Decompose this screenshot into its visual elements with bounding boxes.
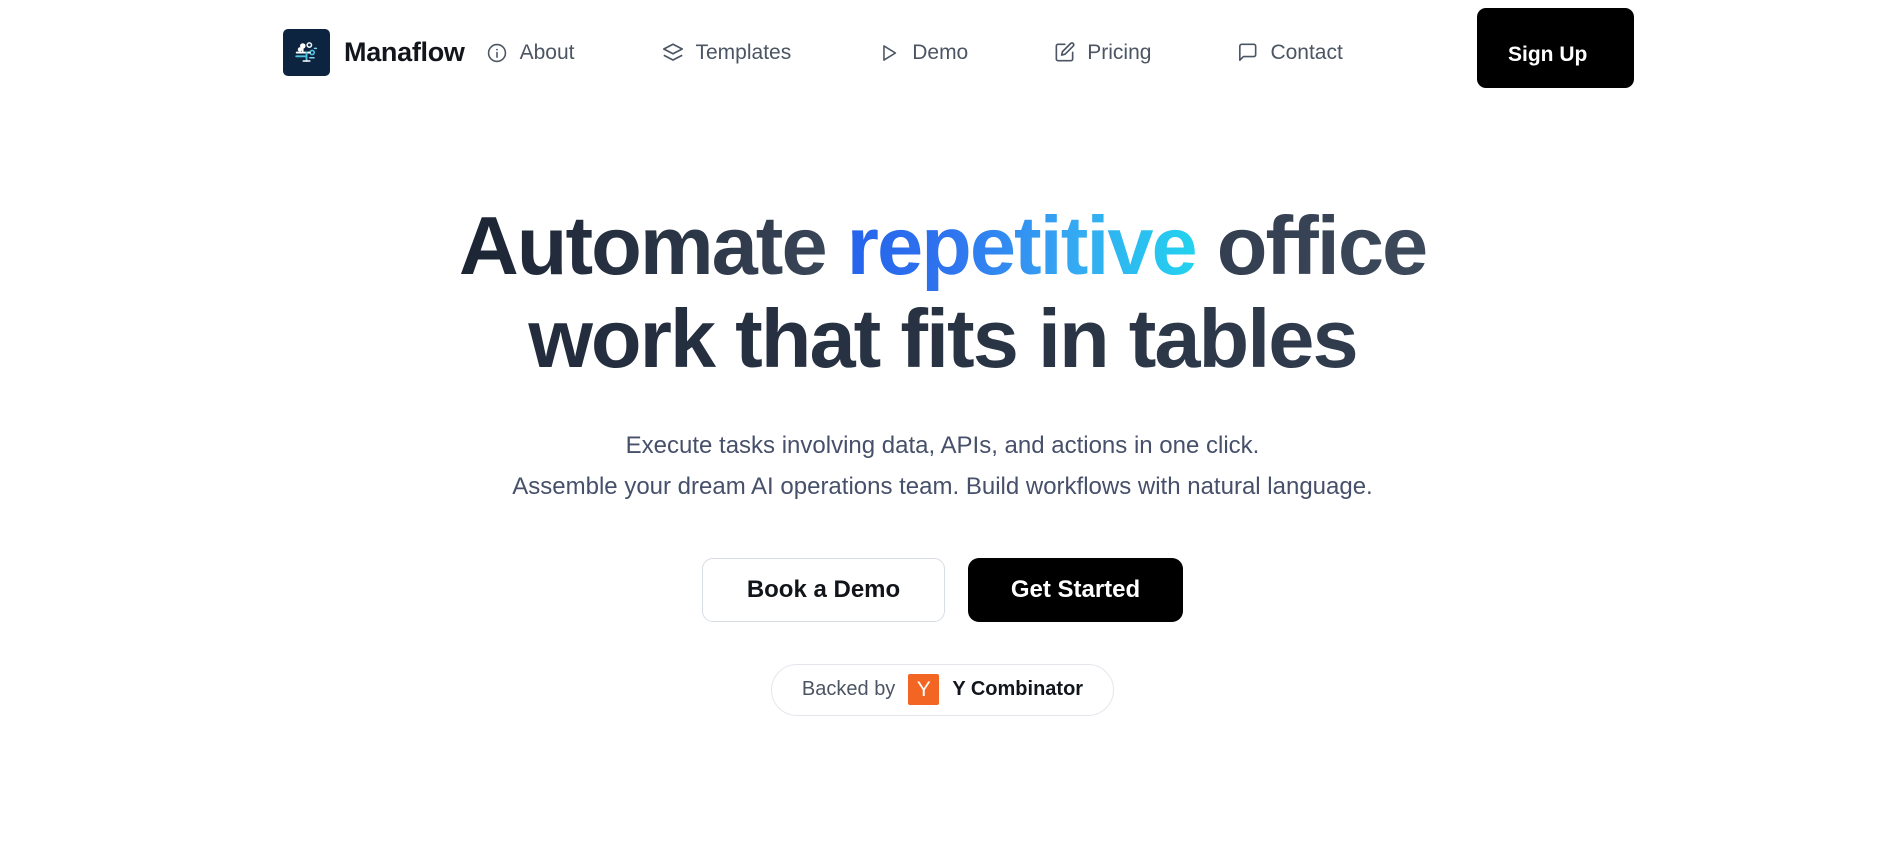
- headline-part-2: office: [1195, 199, 1428, 292]
- brand-name: Manaflow: [344, 37, 465, 67]
- headline-line-1: Automate repetitive office: [0, 204, 1885, 287]
- hero-subtitle: Execute tasks involving data, APIs, and …: [0, 425, 1885, 507]
- headline-part-1: Automate: [458, 199, 847, 292]
- nav-item-pricing-label: Pricing: [1087, 41, 1152, 64]
- y-combinator-name: Y Combinator: [952, 678, 1084, 701]
- nav-item-contact[interactable]: Contact: [1235, 0, 1343, 105]
- info-circle-icon: [485, 41, 509, 65]
- play-triangle-icon: [877, 41, 901, 65]
- nav-item-templates-label: Templates: [695, 41, 792, 64]
- sign-up-button[interactable]: Sign Up: [1477, 8, 1634, 88]
- get-started-button[interactable]: Get Started: [968, 557, 1183, 622]
- nav-item-demo-label: Demo: [912, 41, 969, 64]
- nav-item-contact-label: Contact: [1270, 41, 1343, 64]
- nav-item-about-label: About: [519, 41, 575, 64]
- message-square-icon: [1235, 41, 1259, 65]
- headline-line-2: work that fits in tables: [0, 297, 1885, 380]
- headline-highlight-word: repetitive: [846, 199, 1198, 292]
- nav-item-templates[interactable]: Templates: [661, 0, 792, 105]
- page-title: Automate repetitive office work that fit…: [0, 204, 1885, 380]
- hero-subtitle-line-1: Execute tasks involving data, APIs, and …: [625, 431, 1260, 459]
- cta-button-row: Book a Demo Get Started: [0, 557, 1885, 622]
- nav-item-pricing[interactable]: Pricing: [1052, 0, 1151, 105]
- circuit-node-logo-icon: [283, 29, 330, 76]
- book-a-demo-button[interactable]: Book a Demo: [702, 557, 945, 622]
- backed-by-badge: Backed by Y Y Combinator: [770, 663, 1115, 716]
- square-pen-icon: [1052, 41, 1076, 65]
- nav-inner: Manaflow About Templates Demo Pricing Co…: [0, 0, 1343, 105]
- nav-item-demo[interactable]: Demo: [877, 0, 968, 105]
- top-navigation-bar: Manaflow About Templates Demo Pricing Co…: [0, 0, 1885, 105]
- nav-item-about[interactable]: About: [485, 0, 575, 105]
- backed-by-label: Backed by: [801, 678, 896, 701]
- hero-subtitle-line-2: Assemble your dream AI operations team. …: [512, 472, 1373, 500]
- layers-icon: [661, 41, 685, 65]
- brand-logo-link[interactable]: Manaflow: [283, 29, 465, 76]
- y-combinator-logo-icon: Y: [908, 674, 940, 706]
- hero-section: Automate repetitive office work that fit…: [0, 105, 1885, 716]
